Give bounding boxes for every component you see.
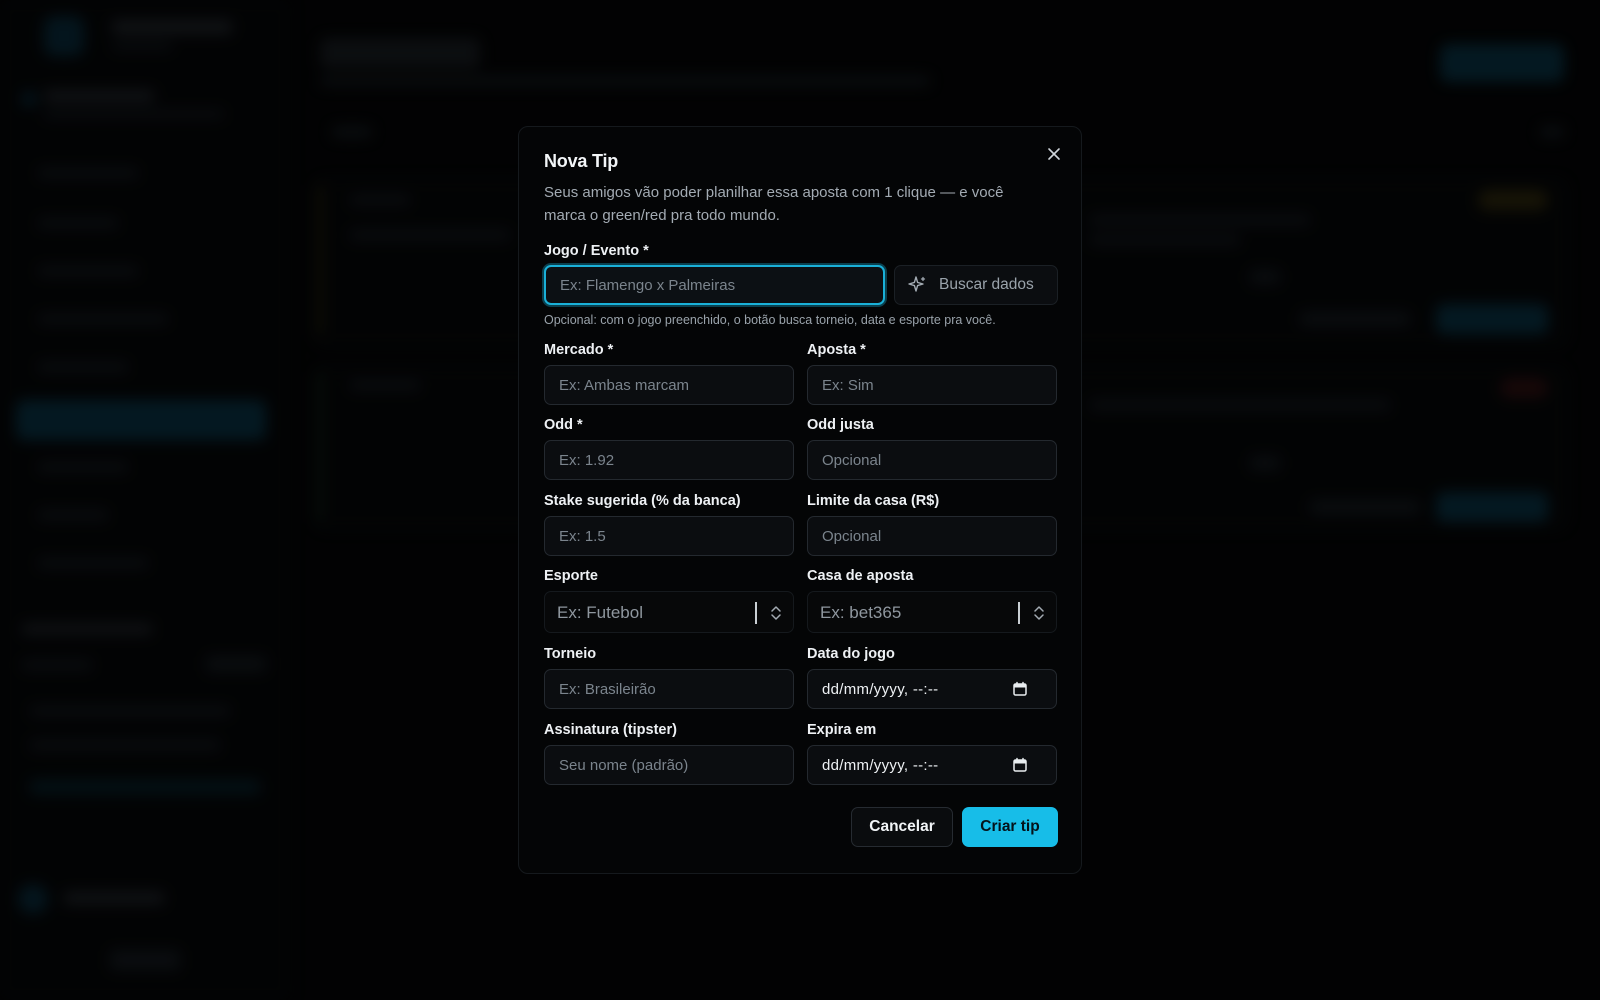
game-date-label: Data do jogo	[807, 646, 895, 662]
stake-label: Stake sugerida (% da banca)	[544, 493, 741, 509]
signature-label: Assinatura (tipster)	[544, 722, 677, 738]
fair-odd-input[interactable]	[807, 440, 1057, 480]
fair-odd-label: Odd justa	[807, 417, 874, 433]
market-label: Mercado *	[544, 342, 614, 358]
dialog-title: Nova Tip	[544, 151, 619, 171]
bet-label: Aposta *	[807, 342, 866, 358]
bookmaker-select[interactable]: Ex: bet365	[807, 591, 1057, 633]
odd-label: Odd *	[544, 417, 583, 433]
search-data-label: Buscar dados	[939, 276, 1034, 293]
sparkle-icon	[908, 276, 926, 292]
close-icon	[1048, 148, 1060, 160]
chevron-updown-icon	[771, 606, 781, 620]
bet-input[interactable]	[807, 365, 1057, 405]
chevron-updown-icon	[1034, 606, 1044, 620]
stake-input[interactable]	[544, 516, 794, 556]
event-input[interactable]	[544, 265, 885, 305]
sport-label: Esporte	[544, 568, 598, 584]
event-hint: Opcional: com o jogo preenchido, o botão…	[544, 313, 996, 327]
search-data-button[interactable]: Buscar dados	[894, 265, 1058, 305]
odd-input[interactable]	[544, 440, 794, 480]
new-tip-dialog: Nova Tip Seus amigos vão poder planilhar…	[518, 126, 1082, 874]
expires-value: dd/mm/yyyy, --:--	[822, 757, 939, 774]
signature-input[interactable]	[544, 745, 794, 785]
bookmaker-label: Casa de aposta	[807, 568, 914, 584]
event-label: Jogo / Evento *	[544, 243, 649, 259]
cancel-button[interactable]: Cancelar	[851, 807, 953, 847]
expires-input[interactable]: dd/mm/yyyy, --:--	[807, 745, 1057, 785]
limit-input[interactable]	[807, 516, 1057, 556]
limit-label: Limite da casa (R$)	[807, 493, 940, 509]
sport-select[interactable]: Ex: Futebol	[544, 591, 794, 633]
sport-select-value: Ex: Futebol	[557, 603, 643, 622]
game-date-input[interactable]: dd/mm/yyyy, --:--	[807, 669, 1057, 709]
calendar-icon[interactable]	[1012, 681, 1028, 697]
close-button[interactable]	[1043, 143, 1065, 165]
expires-label: Expira em	[807, 722, 877, 738]
calendar-icon[interactable]	[1012, 757, 1028, 773]
tournament-label: Torneio	[544, 646, 597, 662]
tournament-input[interactable]	[544, 669, 794, 709]
game-date-value: dd/mm/yyyy, --:--	[822, 681, 939, 698]
dialog-description: Seus amigos vão poder planilhar essa apo…	[544, 184, 1004, 224]
create-tip-button[interactable]: Criar tip	[962, 807, 1058, 847]
bookmaker-select-value: Ex: bet365	[820, 603, 902, 622]
bookmaker-select-cursor	[1018, 602, 1020, 624]
sport-select-cursor	[755, 602, 757, 624]
market-input[interactable]	[544, 365, 794, 405]
